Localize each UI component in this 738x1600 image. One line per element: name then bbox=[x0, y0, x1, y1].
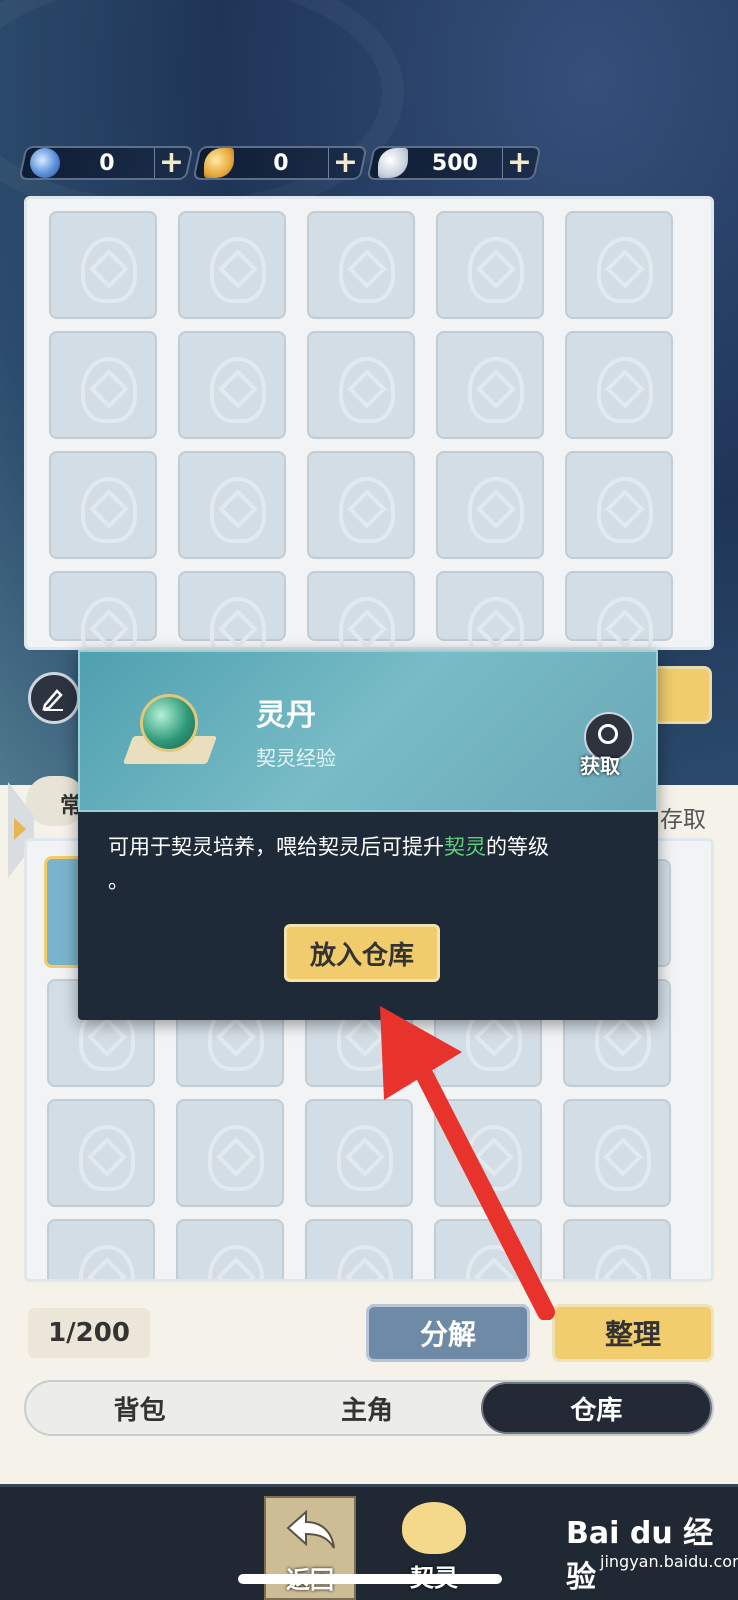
sort-button[interactable]: 整理 bbox=[552, 1304, 714, 1362]
item-name: 灵丹 bbox=[256, 698, 316, 733]
storage-panel bbox=[24, 196, 714, 650]
bag-slot[interactable] bbox=[176, 1099, 284, 1207]
storage-slot[interactable] bbox=[178, 331, 286, 439]
edit-button[interactable] bbox=[28, 672, 80, 724]
storage-slot[interactable] bbox=[49, 571, 157, 647]
back-arrow-icon bbox=[286, 1509, 335, 1549]
pet-face-icon bbox=[402, 1502, 466, 1554]
storage-slot[interactable] bbox=[565, 451, 673, 559]
storage-grid bbox=[49, 211, 673, 647]
currency-value: 0 bbox=[99, 150, 115, 176]
bag-slot[interactable] bbox=[47, 1099, 155, 1207]
desc-highlight: 契灵 bbox=[444, 835, 486, 859]
storage-slot[interactable] bbox=[307, 451, 415, 559]
storage-slot[interactable] bbox=[565, 211, 673, 319]
storage-slot[interactable] bbox=[565, 331, 673, 439]
filter-chip-common[interactable]: 常 bbox=[26, 776, 86, 826]
inventory-count: 1/200 bbox=[28, 1308, 150, 1358]
home-indicator[interactable] bbox=[238, 1574, 502, 1584]
storage-slot[interactable] bbox=[49, 211, 157, 319]
get-source-button[interactable]: 获取 bbox=[580, 712, 640, 778]
storage-slot[interactable] bbox=[49, 331, 157, 439]
item-detail-popup: 灵丹 契灵经验 获取 可用于契灵培养，喂给契灵后可提升契灵的等级 。 放入仓库 bbox=[78, 650, 658, 1020]
gold-leaf-icon bbox=[204, 148, 234, 178]
storage-slot[interactable] bbox=[178, 571, 286, 647]
filter-chip-access[interactable]: 存取 bbox=[660, 800, 706, 834]
desc-tail: 。 bbox=[108, 869, 129, 893]
storage-slot[interactable] bbox=[436, 211, 544, 319]
add-currency-button[interactable]: + bbox=[328, 145, 362, 180]
currency-feather: 500 + bbox=[366, 145, 542, 180]
item-type: 契灵经验 bbox=[256, 746, 336, 770]
storage-slot[interactable] bbox=[49, 451, 157, 559]
tab-backpack[interactable]: 背包 bbox=[26, 1382, 253, 1434]
add-currency-button[interactable]: + bbox=[502, 145, 536, 180]
get-source-label: 获取 bbox=[580, 754, 620, 778]
pencil-icon bbox=[42, 689, 63, 711]
put-in-warehouse-button[interactable]: 放入仓库 bbox=[284, 924, 440, 982]
currency-blue-orb: 0 + bbox=[18, 145, 194, 180]
blue-orb-icon bbox=[30, 148, 60, 178]
bag-slot[interactable] bbox=[563, 1099, 671, 1207]
add-currency-button[interactable]: + bbox=[154, 145, 188, 180]
popup-header: 灵丹 契灵经验 获取 bbox=[78, 650, 658, 812]
storage-slot[interactable] bbox=[178, 211, 286, 319]
bag-slot[interactable] bbox=[47, 1219, 155, 1279]
currency-gold-leaf: 0 + bbox=[192, 145, 368, 180]
storage-slot[interactable] bbox=[436, 451, 544, 559]
pet-button[interactable]: 契灵 bbox=[388, 1496, 480, 1600]
red-annotation-arrow bbox=[380, 1006, 555, 1320]
storage-slot[interactable] bbox=[436, 331, 544, 439]
currency-value: 0 bbox=[273, 150, 289, 176]
baidu-watermark-url: jingyan.baidu.com bbox=[600, 1552, 738, 1571]
storage-slot[interactable] bbox=[307, 331, 415, 439]
storage-slot[interactable] bbox=[307, 571, 415, 647]
currency-value: 500 bbox=[432, 150, 478, 176]
tab-warehouse[interactable]: 仓库 bbox=[480, 1382, 712, 1434]
desc-text-after: 的等级 bbox=[486, 835, 549, 859]
white-feather-icon bbox=[378, 148, 408, 178]
desc-text: 可用于契灵培养，喂给契灵后可提升 bbox=[108, 835, 444, 859]
storage-slot[interactable] bbox=[565, 571, 673, 647]
bag-slot[interactable] bbox=[176, 1219, 284, 1279]
storage-slot[interactable] bbox=[436, 571, 544, 647]
storage-slot[interactable] bbox=[307, 211, 415, 319]
back-button[interactable]: 返回 bbox=[264, 1496, 356, 1600]
bottom-tab-bar: 背包 主角 仓库 bbox=[24, 1380, 714, 1436]
tab-hero[interactable]: 主角 bbox=[253, 1382, 480, 1434]
bag-slot[interactable] bbox=[563, 1219, 671, 1279]
storage-slot[interactable] bbox=[178, 451, 286, 559]
spirit-pill-icon bbox=[122, 688, 218, 770]
item-description: 可用于契灵培养，喂给契灵后可提升契灵的等级 。 bbox=[108, 830, 628, 898]
